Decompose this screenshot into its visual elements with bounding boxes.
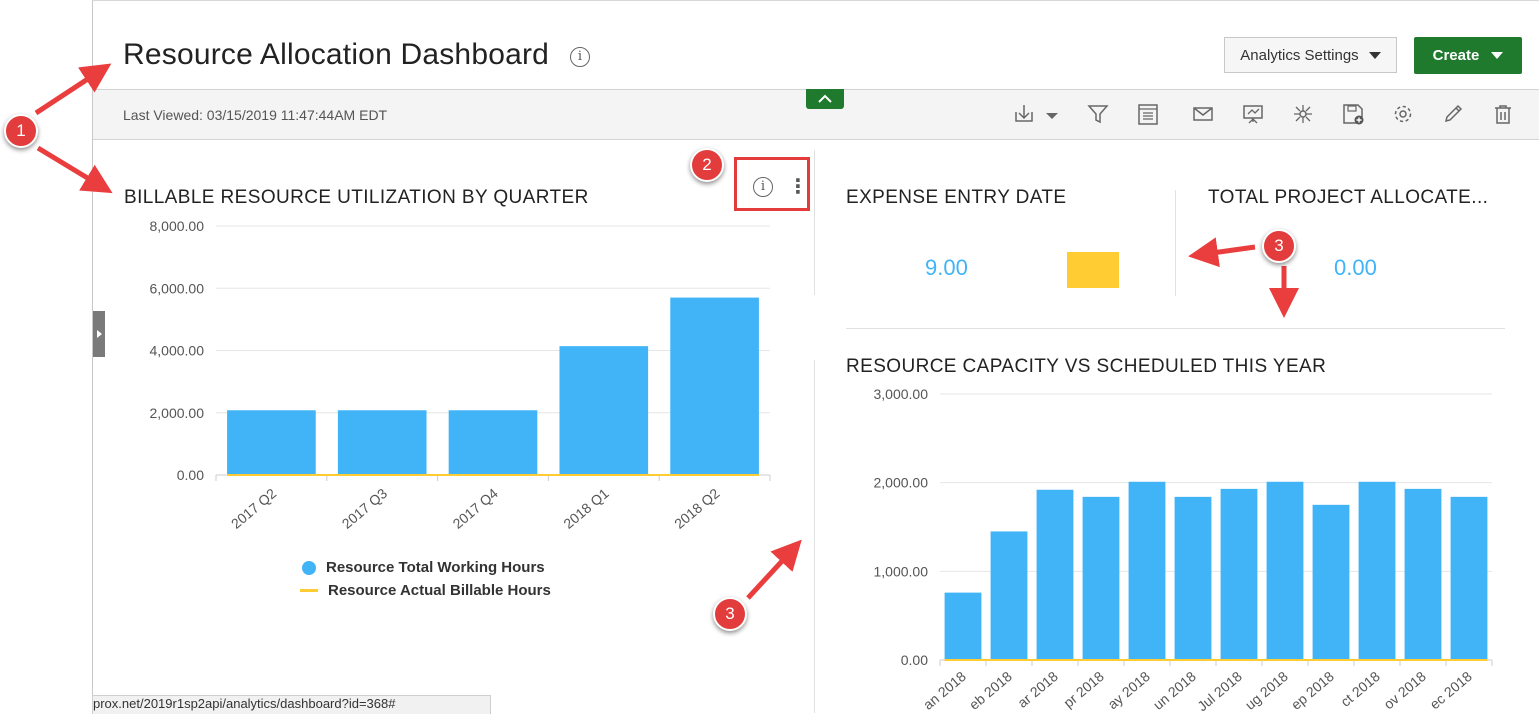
arrow-to-capacity-chart	[746, 539, 802, 600]
arrow-to-widget-title	[36, 145, 113, 194]
arrow-to-title	[34, 63, 112, 116]
annotation-badge-2: 2	[690, 148, 724, 182]
arrow-to-expense	[1188, 237, 1256, 268]
annotation-badge-1: 1	[4, 114, 38, 148]
annotation-badge-3: 3	[713, 597, 747, 631]
status-bar-url: prox.net/2019r1sp2api/analytics/dashboar…	[92, 695, 491, 714]
annotation-badge-3: 3	[1262, 229, 1296, 263]
annotation-arrows	[34, 63, 1299, 600]
